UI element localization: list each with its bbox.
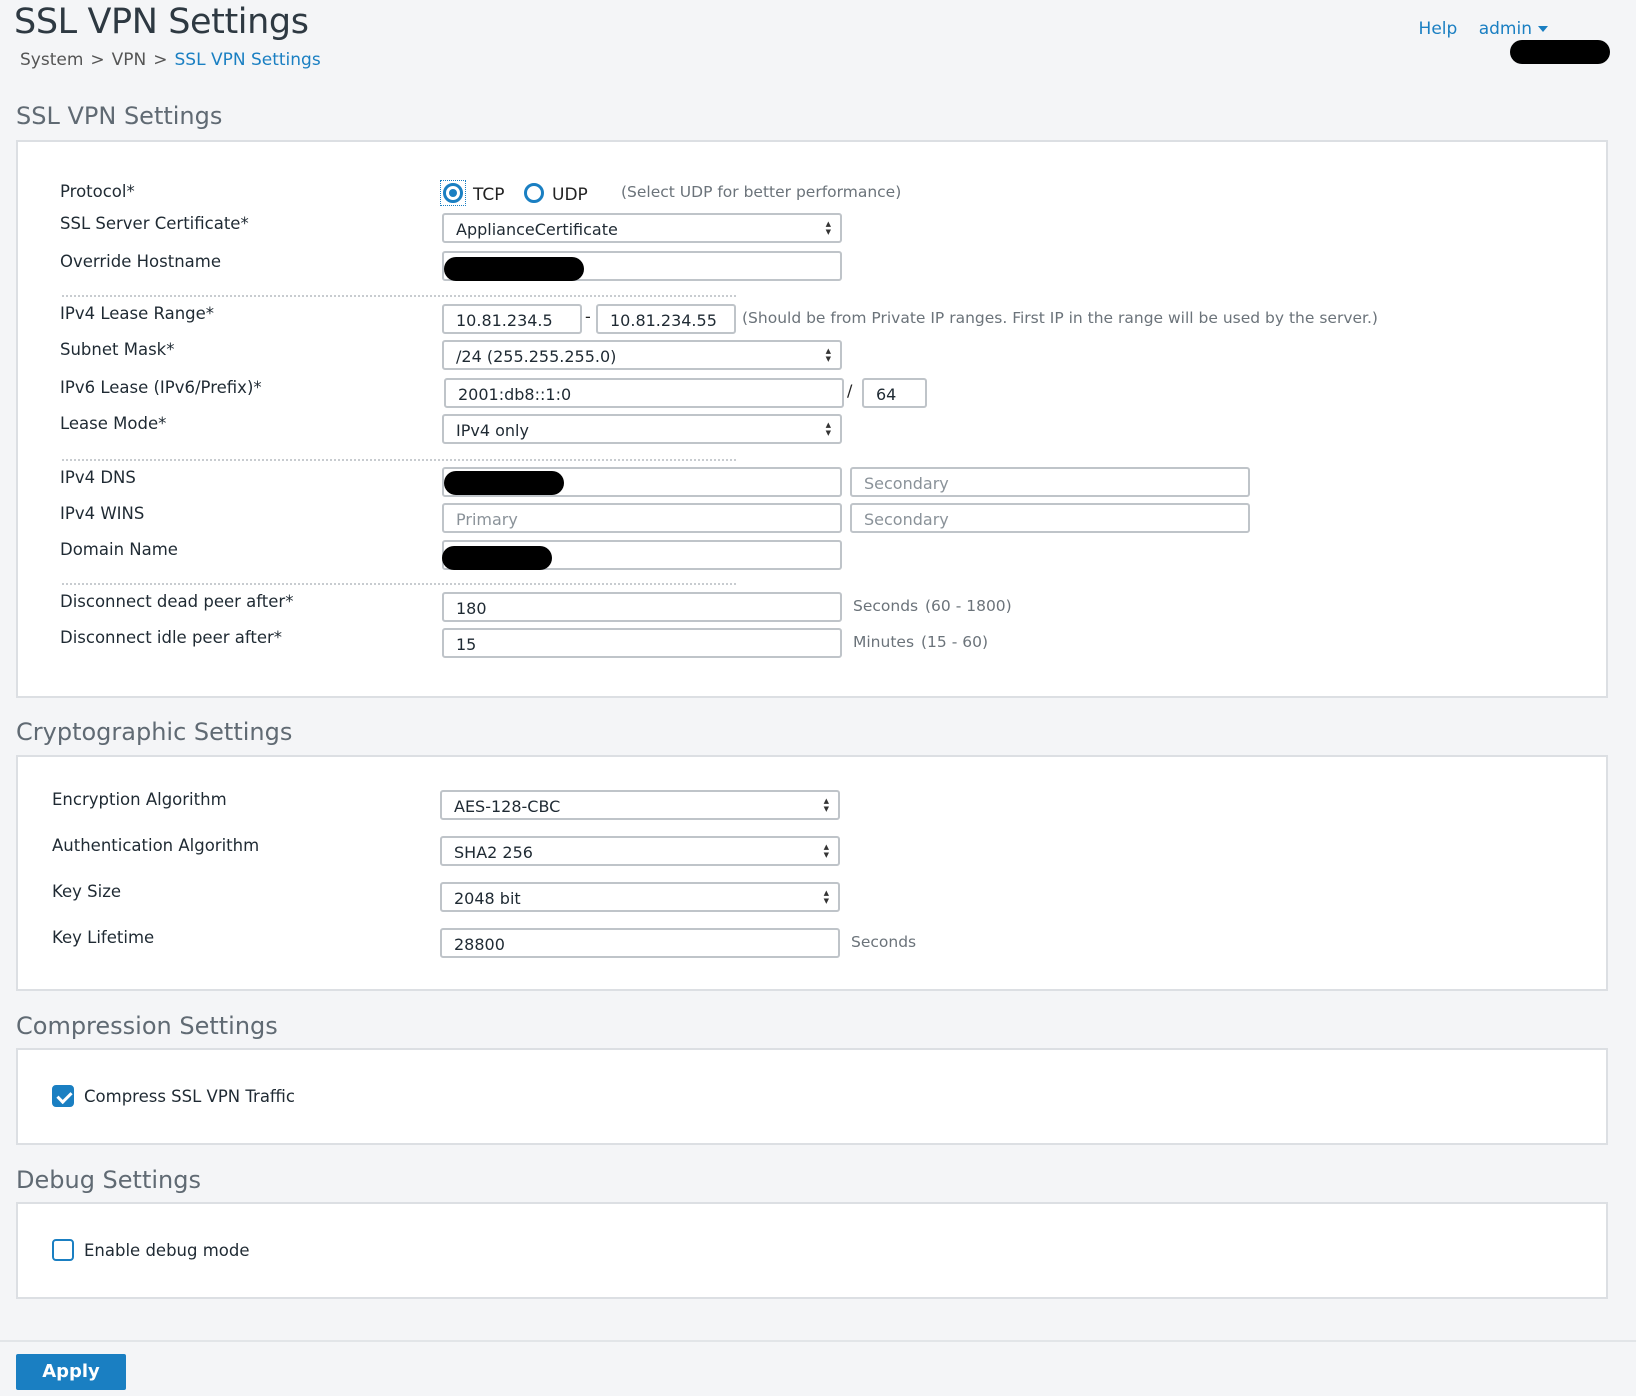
breadcrumb: System > VPN > SSL VPN Settings (20, 50, 321, 70)
tcp-radio[interactable] (443, 183, 463, 203)
hostname-label: Override Hostname (60, 252, 221, 271)
cert-label: SSL Server Certificate* (60, 214, 249, 233)
key-size-select[interactable]: 2048 bit (440, 882, 840, 912)
lease-range-to-input[interactable]: 10.81.234.55 (596, 304, 736, 334)
idle-peer-unit: Minutes (853, 633, 915, 651)
encryption-label: Encryption Algorithm (52, 790, 227, 809)
lease-range-hint: (Should be from Private IP ranges. First… (742, 309, 1378, 327)
section-title-crypto: Cryptographic Settings (16, 718, 293, 746)
subnet-label: Subnet Mask* (60, 340, 175, 359)
dead-peer-input[interactable]: 180 (442, 592, 842, 622)
user-menu[interactable]: admin (1479, 19, 1548, 39)
key-lifetime-input[interactable]: 28800 (440, 928, 840, 958)
dead-peer-range: (60 - 1800) (925, 597, 1012, 615)
compress-label: Compress SSL VPN Traffic (84, 1087, 295, 1106)
redacted-user-info (1510, 40, 1610, 64)
dns-secondary-input[interactable]: Secondary (850, 467, 1250, 497)
redacted-hostname (444, 257, 584, 281)
breadcrumb-system[interactable]: System (20, 50, 83, 70)
lease-mode-select[interactable]: IPv4 only (442, 414, 842, 444)
idle-peer-input[interactable]: 15 (442, 628, 842, 658)
page-title: SSL VPN Settings (14, 2, 309, 42)
subnet-select[interactable]: /24 (255.255.255.0) (442, 340, 842, 370)
protocol-label: Protocol* (60, 182, 135, 201)
udp-radio[interactable] (524, 183, 544, 203)
chevron-down-icon (1538, 26, 1548, 32)
wins-secondary-input[interactable]: Secondary (850, 503, 1250, 533)
debug-label: Enable debug mode (84, 1241, 250, 1260)
key-size-label: Key Size (52, 882, 122, 901)
breadcrumb-vpn[interactable]: VPN (112, 50, 147, 70)
section-title-ssl: SSL VPN Settings (16, 102, 223, 130)
divider (62, 583, 736, 585)
top-links: Help admin (1403, 19, 1548, 39)
encryption-select[interactable]: AES-128-CBC (440, 790, 840, 820)
redacted-domain (442, 546, 552, 570)
ipv6-slash: / (847, 381, 853, 400)
debug-checkbox[interactable] (52, 1239, 74, 1261)
key-lifetime-label: Key Lifetime (52, 928, 155, 947)
redacted-dns (444, 471, 564, 495)
idle-peer-label: Disconnect idle peer after* (60, 628, 283, 647)
ipv6-label: IPv6 Lease (IPv6/Prefix)* (60, 378, 262, 397)
protocol-hint: (Select UDP for better performance) (621, 183, 902, 201)
wins-label: IPv4 WINS (60, 504, 145, 523)
compress-checkbox[interactable] (52, 1085, 74, 1107)
wins-primary-input[interactable]: Primary (442, 503, 842, 533)
section-title-debug: Debug Settings (16, 1166, 201, 1194)
lease-range-label: IPv4 Lease Range* (60, 304, 215, 323)
user-name: admin (1478, 19, 1532, 39)
ipv6-prefix-input[interactable]: 64 (862, 378, 927, 408)
tcp-label: TCP (473, 185, 505, 205)
section-title-compression: Compression Settings (16, 1012, 278, 1040)
key-lifetime-unit: Seconds (851, 933, 917, 951)
lease-range-dash: - (585, 307, 591, 326)
debug-settings-panel (16, 1202, 1608, 1299)
authentication-select[interactable]: SHA2 256 (440, 836, 840, 866)
breadcrumb-current[interactable]: SSL VPN Settings (175, 50, 321, 70)
cert-select[interactable]: ApplianceCertificate (442, 213, 842, 243)
authentication-label: Authentication Algorithm (52, 836, 260, 855)
dead-peer-label: Disconnect dead peer after* (60, 592, 294, 611)
divider (62, 295, 736, 297)
apply-button[interactable]: Apply (16, 1354, 126, 1390)
lease-range-from-input[interactable]: 10.81.234.5 (442, 304, 582, 334)
udp-label: UDP (552, 185, 588, 205)
help-link[interactable]: Help (1419, 19, 1458, 39)
divider (62, 459, 736, 461)
ipv6-input[interactable]: 2001:db8::1:0 (444, 378, 844, 408)
domain-label: Domain Name (60, 540, 178, 559)
dead-peer-unit: Seconds (853, 597, 919, 615)
dns-label: IPv4 DNS (60, 468, 136, 487)
lease-mode-label: Lease Mode* (60, 414, 167, 433)
idle-peer-range: (15 - 60) (921, 633, 988, 651)
footer-divider (0, 1340, 1636, 1342)
